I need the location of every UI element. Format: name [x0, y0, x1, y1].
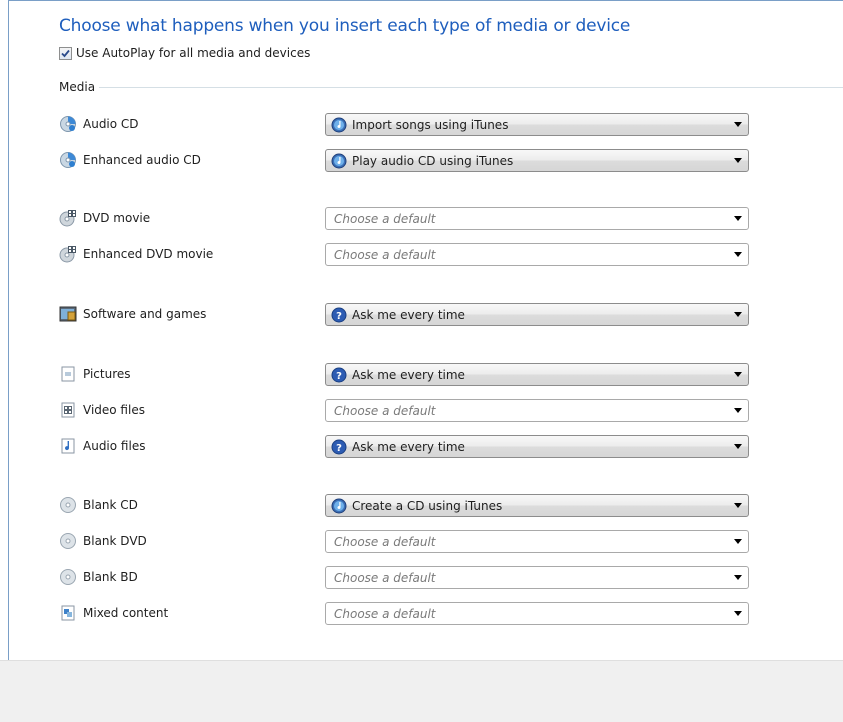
media-row-audio-files: Audio files — [59, 435, 145, 457]
action-dropdown-enhanced-audio-cd[interactable]: Play audio CD using iTunes — [325, 149, 749, 172]
dropdown-selected-value: Ask me every time — [352, 307, 465, 322]
help-icon: ? — [331, 307, 347, 323]
action-dropdown-video-files[interactable]: Choose a default — [325, 399, 749, 422]
action-dropdown-audio-cd[interactable]: Import songs using iTunes — [325, 113, 749, 136]
help-icon: ? — [331, 439, 347, 455]
media-row-software-and-games: Software and games — [59, 303, 206, 325]
dropdown-selected-value: Choose a default — [334, 403, 436, 418]
action-dropdown-mixed-content[interactable]: Choose a default — [325, 602, 749, 625]
video-files-icon — [59, 401, 77, 419]
use-autoplay-checkbox[interactable]: Use AutoPlay for all media and devices — [59, 46, 310, 60]
chevron-down-icon[interactable] — [734, 611, 742, 616]
dropdown-selected-value: Ask me every time — [352, 367, 465, 382]
svg-text:?: ? — [336, 443, 342, 454]
chevron-down-icon[interactable] — [734, 575, 742, 580]
media-row-label: DVD movie — [83, 211, 151, 225]
audio-cd-icon — [59, 115, 77, 133]
blank-cd-icon — [59, 496, 77, 514]
chevron-down-icon[interactable] — [734, 252, 742, 257]
itunes-icon — [331, 117, 347, 133]
dvd-movie-icon — [59, 209, 77, 227]
media-row-label: Video files — [83, 403, 145, 417]
chevron-down-icon[interactable] — [734, 539, 742, 544]
blank-bd-icon — [59, 568, 77, 586]
media-section-header: Media — [59, 80, 843, 94]
chevron-down-icon[interactable] — [734, 312, 742, 317]
footer-bar — [0, 660, 843, 722]
dropdown-selected-value: Choose a default — [334, 211, 436, 226]
chevron-down-icon[interactable] — [734, 408, 742, 413]
help-icon: ? — [331, 367, 347, 383]
action-dropdown-pictures[interactable]: ? Ask me every time — [325, 363, 749, 386]
chevron-down-icon[interactable] — [734, 122, 742, 127]
page-title: Choose what happens when you insert each… — [59, 16, 631, 36]
media-row-label: Blank BD — [83, 570, 138, 584]
checkbox-box[interactable] — [59, 46, 72, 60]
media-row-pictures: Pictures — [59, 363, 131, 385]
dropdown-selected-value: Play audio CD using iTunes — [352, 153, 514, 168]
action-dropdown-blank-dvd[interactable]: Choose a default — [325, 530, 749, 553]
svg-text:?: ? — [336, 371, 342, 382]
action-dropdown-blank-bd[interactable]: Choose a default — [325, 566, 749, 589]
enhanced-dvd-movie-icon — [59, 245, 77, 263]
dropdown-selected-value: Create a CD using iTunes — [352, 498, 503, 513]
media-row-blank-cd: Blank CD — [59, 494, 138, 516]
media-row-dvd-movie: DVD movie — [59, 207, 150, 229]
itunes-icon — [331, 498, 347, 514]
media-row-enhanced-audio-cd: Enhanced audio CD — [59, 149, 201, 171]
dropdown-selected-value: Choose a default — [334, 570, 436, 585]
dropdown-selected-value: Choose a default — [334, 534, 436, 549]
chevron-down-icon[interactable] — [734, 158, 742, 163]
dropdown-selected-value: Ask me every time — [352, 439, 465, 454]
media-row-label: Blank DVD — [83, 534, 147, 548]
chevron-down-icon[interactable] — [734, 372, 742, 377]
enhanced-audio-cd-icon — [59, 151, 77, 169]
mixed-content-icon — [59, 604, 77, 622]
media-section-label: Media — [59, 80, 96, 94]
chevron-down-icon[interactable] — [734, 216, 742, 221]
media-row-mixed-content: Mixed content — [59, 602, 168, 624]
media-row-label: Pictures — [83, 367, 131, 381]
chevron-down-icon[interactable] — [734, 444, 742, 449]
audio-files-icon — [59, 437, 77, 455]
dropdown-selected-value: Choose a default — [334, 247, 436, 262]
action-dropdown-dvd-movie[interactable]: Choose a default — [325, 207, 749, 230]
action-dropdown-software-and-games[interactable]: ? Ask me every time — [325, 303, 749, 326]
window-left-border — [8, 0, 9, 660]
use-autoplay-label: Use AutoPlay for all media and devices — [76, 46, 311, 60]
scroll-viewport[interactable]: Choose what happens when you insert each… — [0, 0, 843, 660]
media-row-label: Enhanced audio CD — [83, 153, 201, 167]
action-dropdown-enhanced-dvd-movie[interactable]: Choose a default — [325, 243, 749, 266]
action-dropdown-audio-files[interactable]: ? Ask me every time — [325, 435, 749, 458]
chevron-down-icon[interactable] — [734, 503, 742, 508]
media-row-audio-cd: Audio CD — [59, 113, 139, 135]
pictures-icon — [59, 365, 77, 383]
media-row-enhanced-dvd-movie: Enhanced DVD movie — [59, 243, 213, 265]
checkmark-icon — [61, 49, 70, 57]
media-row-label: Audio CD — [83, 117, 139, 131]
dropdown-selected-value: Choose a default — [334, 606, 436, 621]
blank-dvd-icon — [59, 532, 77, 550]
section-divider — [99, 86, 843, 88]
media-row-label: Audio files — [83, 439, 146, 453]
media-row-blank-dvd: Blank DVD — [59, 530, 147, 552]
media-row-label: Software and games — [83, 307, 207, 321]
software-games-icon — [59, 305, 77, 323]
media-row-label: Blank CD — [83, 498, 138, 512]
media-row-video-files: Video files — [59, 399, 145, 421]
window-top-border — [8, 0, 843, 1]
media-row-label: Mixed content — [83, 606, 169, 620]
media-row-label: Enhanced DVD movie — [83, 247, 214, 261]
action-dropdown-blank-cd[interactable]: Create a CD using iTunes — [325, 494, 749, 517]
media-row-blank-bd: Blank BD — [59, 566, 138, 588]
autoplay-settings-page: Choose what happens when you insert each… — [0, 0, 843, 722]
svg-text:?: ? — [336, 311, 342, 322]
dropdown-selected-value: Import songs using iTunes — [352, 117, 509, 132]
itunes-icon — [331, 153, 347, 169]
